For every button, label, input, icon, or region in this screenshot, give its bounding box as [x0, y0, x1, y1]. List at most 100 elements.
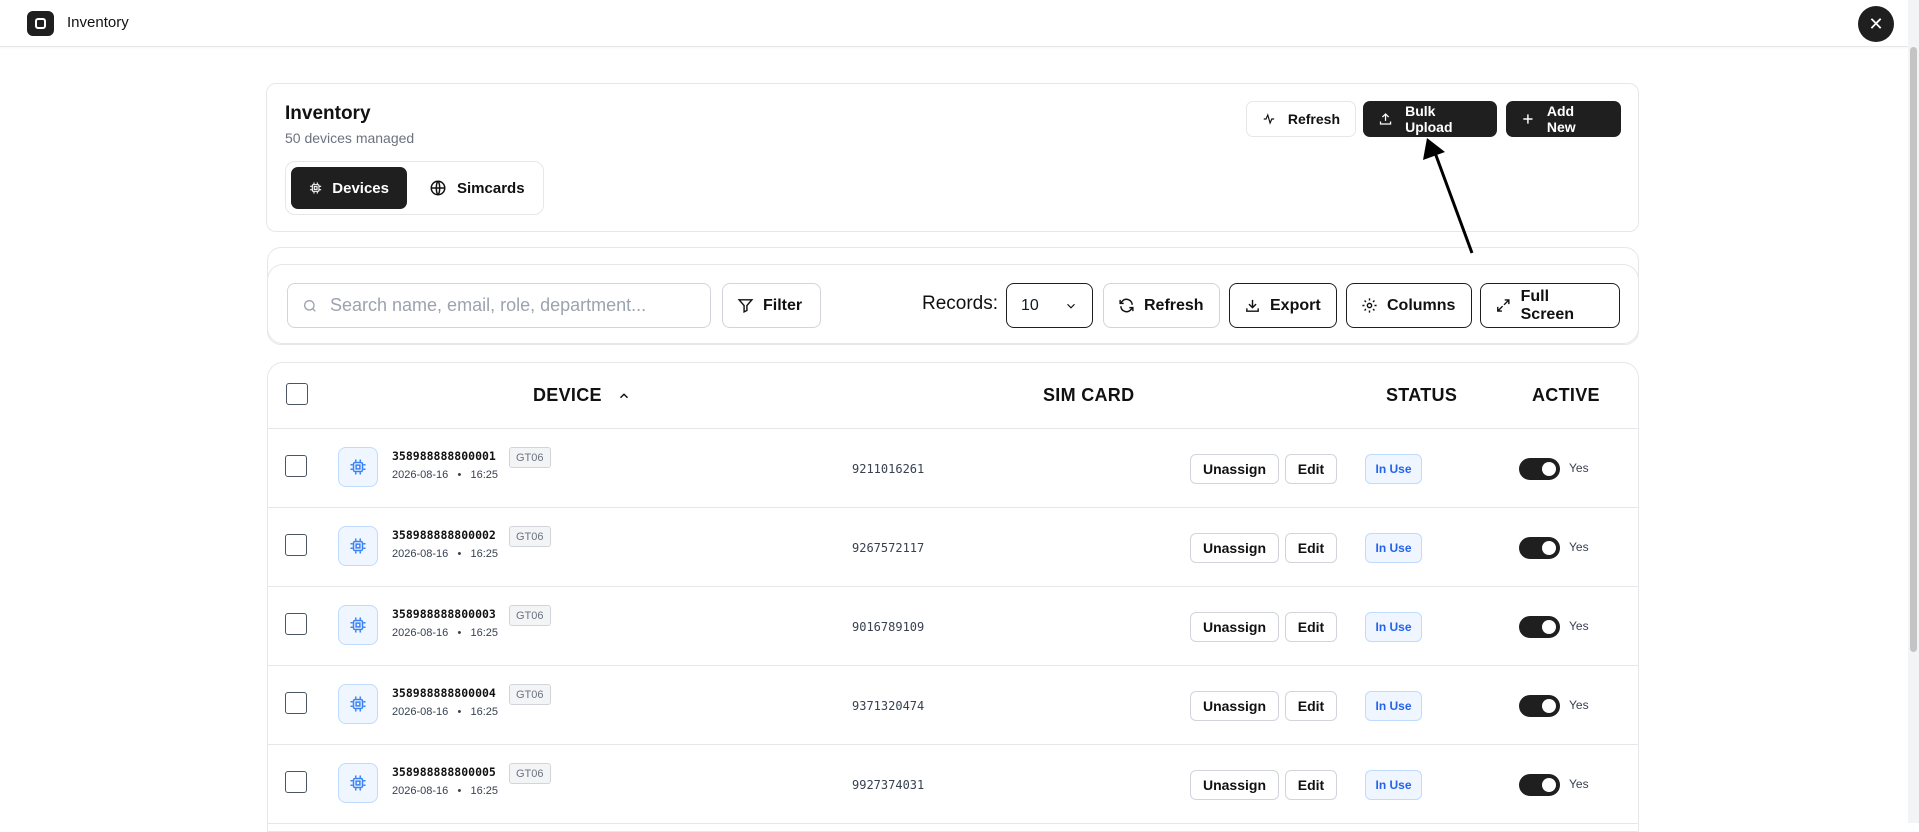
close-button[interactable]: ✕ — [1858, 6, 1894, 42]
columns-button[interactable]: Columns — [1346, 283, 1472, 328]
edit-button[interactable]: Edit — [1285, 770, 1337, 800]
view-switcher: Devices Simcards — [285, 161, 544, 215]
row-checkbox[interactable] — [285, 771, 307, 793]
device-timestamp: 2026-08-16 • 16:25 — [392, 627, 498, 639]
add-new-label: Add New — [1546, 103, 1576, 135]
device-model-tag: GT06 — [509, 605, 551, 626]
filter-button[interactable]: Filter — [722, 283, 821, 328]
chip-icon — [350, 538, 366, 554]
plus-icon — [1523, 114, 1533, 124]
column-status[interactable]: STATUS — [1386, 385, 1457, 406]
active-label: Yes — [1569, 461, 1589, 475]
select-all-checkbox[interactable] — [286, 383, 308, 405]
device-model-tag: GT06 — [509, 684, 551, 705]
search-box[interactable] — [287, 283, 711, 328]
full-screen-button[interactable]: Full Screen — [1480, 283, 1620, 328]
device-time: 16:25 — [470, 548, 499, 560]
edit-button[interactable]: Edit — [1285, 612, 1337, 642]
unassign-button[interactable]: Unassign — [1190, 612, 1279, 642]
status-badge: In Use — [1365, 612, 1422, 642]
row-checkbox[interactable] — [285, 534, 307, 556]
unassign-button[interactable]: Unassign — [1190, 770, 1279, 800]
device-timestamp: 2026-08-16 • 16:25 — [392, 469, 498, 481]
active-toggle[interactable] — [1519, 616, 1560, 638]
app-logo-icon — [27, 11, 54, 36]
column-sim-card[interactable]: SIM CARD — [1043, 385, 1134, 406]
table-toolbar: Filter Records: 10 Refresh Export Column… — [267, 264, 1639, 344]
device-time: 16:25 — [470, 785, 499, 797]
column-active[interactable]: ACTIVE — [1532, 385, 1600, 406]
gear-icon — [1362, 298, 1377, 313]
edit-button[interactable]: Edit — [1285, 691, 1337, 721]
sim-number: 9016789109 — [852, 620, 925, 634]
status-badge: In Use — [1365, 454, 1422, 484]
table-row: 358988888800004 GT06 2026-08-16 • 16:25 … — [268, 666, 1638, 745]
activity-icon — [1263, 113, 1275, 125]
row-checkbox[interactable] — [285, 455, 307, 477]
search-input[interactable] — [330, 295, 690, 316]
page-title: Inventory — [285, 103, 371, 124]
scrollbar-thumb[interactable] — [1910, 47, 1917, 652]
device-imei: 358988888800005 — [392, 765, 496, 779]
active-toggle[interactable] — [1519, 695, 1560, 717]
table-row: 358988888800001 GT06 2026-08-16 • 16:25 … — [268, 429, 1638, 508]
device-icon-box — [338, 684, 378, 724]
active-toggle[interactable] — [1519, 774, 1560, 796]
chevron-down-icon — [1067, 303, 1075, 309]
separator-dot: • — [451, 706, 468, 718]
download-icon — [1246, 299, 1259, 312]
globe-icon — [430, 180, 446, 196]
unassign-button[interactable]: Unassign — [1190, 691, 1279, 721]
sim-number: 9927374031 — [852, 778, 925, 792]
device-date: 2026-08-16 — [392, 785, 449, 797]
device-date: 2026-08-16 — [392, 706, 449, 718]
chip-icon — [310, 182, 322, 194]
sim-number: 9371320474 — [852, 699, 925, 713]
records-value: 10 — [1021, 296, 1039, 314]
table-header: DEVICE SIM CARD STATUS ACTIVE — [268, 363, 1638, 429]
row-checkbox[interactable] — [285, 613, 307, 635]
edit-button[interactable]: Edit — [1285, 533, 1337, 563]
tab-devices-label: Devices — [332, 179, 389, 197]
device-date: 2026-08-16 — [392, 548, 449, 560]
device-timestamp: 2026-08-16 • 16:25 — [392, 785, 498, 797]
export-button[interactable]: Export — [1229, 283, 1337, 328]
bulk-upload-button[interactable]: Bulk Upload — [1363, 101, 1497, 137]
tab-simcards-label: Simcards — [457, 179, 525, 197]
device-model-tag: GT06 — [509, 526, 551, 547]
table-row: 358988888800005 GT06 2026-08-16 • 16:25 … — [268, 745, 1638, 824]
row-checkbox[interactable] — [285, 692, 307, 714]
device-imei: 358988888800002 — [392, 528, 496, 542]
records-label: Records: — [922, 293, 999, 314]
records-per-page-select[interactable]: 10 — [1006, 283, 1093, 328]
toolbar-refresh-label: Refresh — [1144, 296, 1204, 314]
header-refresh-button[interactable]: Refresh — [1246, 101, 1356, 137]
sim-number: 9267572117 — [852, 541, 925, 555]
device-timestamp: 2026-08-16 • 16:25 — [392, 548, 498, 560]
active-label: Yes — [1569, 619, 1589, 633]
active-toggle[interactable] — [1519, 458, 1560, 480]
device-model-tag: GT06 — [509, 763, 551, 784]
devices-table: DEVICE SIM CARD STATUS ACTIVE 3589888888… — [267, 362, 1639, 832]
tab-simcards[interactable]: Simcards — [411, 167, 543, 209]
toolbar-refresh-button[interactable]: Refresh — [1103, 283, 1220, 328]
unassign-button[interactable]: Unassign — [1190, 533, 1279, 563]
separator-dot: • — [451, 627, 468, 639]
device-icon-box — [338, 605, 378, 645]
unassign-button[interactable]: Unassign — [1190, 454, 1279, 484]
filter-icon — [737, 299, 754, 314]
device-imei: 358988888800003 — [392, 607, 496, 621]
top-bar: Inventory ✕ — [0, 0, 1908, 47]
tab-devices[interactable]: Devices — [291, 167, 407, 209]
active-toggle[interactable] — [1519, 537, 1560, 559]
separator-dot: • — [451, 785, 468, 797]
edit-button[interactable]: Edit — [1285, 454, 1337, 484]
separator-dot: • — [451, 548, 468, 560]
chip-icon — [350, 459, 366, 475]
device-time: 16:25 — [470, 627, 499, 639]
upload-icon — [1379, 113, 1392, 125]
column-device[interactable]: DEVICE — [533, 385, 631, 406]
chip-icon — [350, 696, 366, 712]
device-time: 16:25 — [470, 706, 499, 718]
add-new-button[interactable]: Add New — [1506, 101, 1621, 137]
